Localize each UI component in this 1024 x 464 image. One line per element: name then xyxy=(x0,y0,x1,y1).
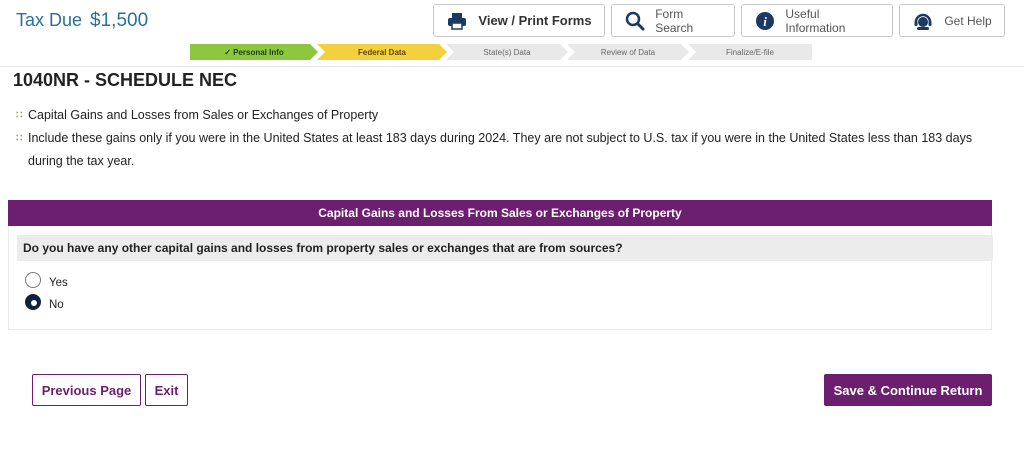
useful-information-button[interactable]: i Useful Information xyxy=(741,4,893,37)
progress-step-finalize-efile: Finalize/E-file xyxy=(688,44,812,60)
progress-step-personal-info: ✓ Personal Info xyxy=(190,44,318,60)
progress-step-federal-data: Federal Data xyxy=(317,44,447,60)
section-header: Capital Gains and Losses From Sales or E… xyxy=(8,200,992,226)
progress-step-label: ✓ Personal Info xyxy=(224,47,284,57)
list-item: ∷ Include these gains only if you were i… xyxy=(16,127,1006,173)
search-icon xyxy=(624,11,645,31)
tax-due-display: Tax Due $1,500 xyxy=(16,10,148,32)
save-continue-button[interactable]: Save & Continue Return xyxy=(824,374,992,406)
bullet-dots-icon: ∷ xyxy=(16,133,23,144)
progress-step-label: Review of Data xyxy=(600,47,656,57)
view-print-forms-button[interactable]: View / Print Forms xyxy=(433,4,605,37)
printer-icon xyxy=(446,11,468,31)
radio-label-yes: Yes xyxy=(49,277,68,289)
progress-step-label: Finalize/E-file xyxy=(725,47,774,57)
progress-step-label: Federal Data xyxy=(357,47,407,57)
exit-button[interactable]: Exit xyxy=(145,374,188,406)
get-help-button[interactable]: Get Help xyxy=(899,4,1005,37)
page-title: 1040NR - SCHEDULE NEC xyxy=(13,70,238,90)
form-search-button[interactable]: Form Search xyxy=(611,4,735,37)
progress-steps: ✓ Personal Info Federal Data State(s) Da… xyxy=(190,44,812,60)
question-text: Do you have any other capital gains and … xyxy=(17,235,993,261)
progress-step-review-of-data: Review of Data xyxy=(567,44,689,60)
top-header: Tax Due $1,500 View / Print Forms Form Se… xyxy=(0,0,1024,67)
useful-information-label: Useful Information xyxy=(785,6,846,35)
previous-page-button[interactable]: Previous Page xyxy=(32,374,141,406)
progress-step-states-data: State(s) Data xyxy=(446,44,568,60)
svg-text:i: i xyxy=(763,14,767,29)
radio-label-no: No xyxy=(49,299,64,311)
radio-circle-selected[interactable] xyxy=(25,294,41,310)
radio-circle[interactable] xyxy=(25,272,41,288)
info-bullets: ∷ Capital Gains and Losses from Sales or… xyxy=(16,104,1006,173)
get-help-label: Get Help xyxy=(944,13,992,28)
info-icon: i xyxy=(754,11,775,31)
support-agent-icon xyxy=(912,11,934,31)
progress-step-label: State(s) Data xyxy=(483,47,531,57)
list-item: ∷ Capital Gains and Losses from Sales or… xyxy=(16,104,1006,127)
tax-due-label: Tax Due xyxy=(16,10,83,30)
tax-due-amount: $1,500 xyxy=(90,10,149,31)
question-panel: Do you have any other capital gains and … xyxy=(8,226,993,330)
toolbar: View / Print Forms Form Search i Useful … xyxy=(433,4,1005,37)
radio-no[interactable]: No xyxy=(25,293,64,311)
radio-yes[interactable]: Yes xyxy=(25,271,68,289)
form-search-label: Form Search xyxy=(655,6,694,35)
bullet-dots-icon: ∷ xyxy=(16,110,23,121)
bullet-text: Include these gains only if you were in … xyxy=(28,131,973,168)
bullet-text: Capital Gains and Losses from Sales or E… xyxy=(28,108,379,122)
view-print-forms-label: View / Print Forms xyxy=(478,13,592,28)
